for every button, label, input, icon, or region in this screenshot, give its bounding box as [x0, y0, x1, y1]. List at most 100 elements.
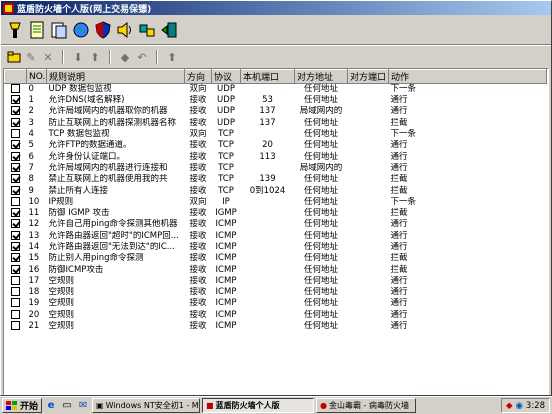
- undo-icon[interactable]: ↶: [135, 50, 149, 64]
- cell-lport: [241, 197, 295, 208]
- table-row[interactable]: 8 禁止互联网上的机器使用我的共 接收 TCP 139 任何地址 拦截: [5, 174, 547, 185]
- enable-checkbox[interactable]: [11, 140, 20, 150]
- delete-rule-icon[interactable]: ✕: [41, 50, 55, 64]
- apply-icon[interactable]: ⬆: [165, 50, 179, 64]
- table-row[interactable]: 10 IP规则 双向 IP 任何地址 下一条: [5, 196, 547, 208]
- add-rule-icon[interactable]: [7, 50, 21, 64]
- show-desktop-icon[interactable]: ▭: [60, 399, 74, 413]
- enable-checkbox[interactable]: [11, 196, 20, 206]
- cell-raddr: 任何地址: [303, 253, 338, 264]
- antivirus-tray-icon[interactable]: ◉: [515, 401, 522, 411]
- cell-no: 17: [28, 275, 40, 286]
- taskbar-task-firewall[interactable]: ■ 蓝盾防火墙个人版: [202, 398, 315, 413]
- column-header[interactable]: NO.: [26, 69, 47, 84]
- enable-checkbox[interactable]: [11, 117, 20, 127]
- enable-checkbox[interactable]: [11, 208, 20, 218]
- table-row[interactable]: 20 空规则 接收 ICMP 任何地址 通行: [5, 309, 547, 321]
- cell-desc: 禁止所有人连接: [48, 185, 109, 196]
- enable-checkbox[interactable]: [11, 298, 20, 308]
- table-row[interactable]: 14 允许路由器返回"无法到达"的IC... 接收 ICMP 任何地址 通行: [5, 242, 547, 253]
- cell-action: 通行: [390, 151, 408, 162]
- column-header[interactable]: 对方端口: [347, 69, 389, 84]
- cell-no: 5: [28, 140, 34, 151]
- taskbar-task-windows-nt[interactable]: ▣ Windows NT安全初1 - Mi...: [92, 398, 201, 413]
- rule-toolbar: ✎ ✕ ⬇ ⬆ ◆ ↶ ⬆: [1, 47, 551, 67]
- table-row[interactable]: 13 允许路由器返回"超时"的ICMP回... 接收 ICMP 任何地址 通行: [5, 230, 547, 242]
- column-header[interactable]: 协议: [211, 69, 241, 84]
- enable-checkbox[interactable]: [11, 275, 20, 285]
- title-bar[interactable]: 蓝盾防火墙个人版(网上交易保镖): [1, 1, 551, 15]
- table-row[interactable]: 11 防御 IGMP 攻击 接收 IGMP 任何地址 拦截: [5, 208, 547, 219]
- table-row[interactable]: 15 防止别人用ping命令探测 接收 ICMP 任何地址 拦截: [5, 253, 547, 264]
- table-row[interactable]: 7 允许局域网内的机器进行连接和 接收 TCP 局域网内的 通行: [5, 162, 547, 174]
- enable-checkbox[interactable]: [11, 95, 20, 105]
- outlook-icon[interactable]: ✉: [76, 399, 90, 413]
- table-row[interactable]: 16 防御ICMP攻击 接收 ICMP 任何地址 拦截: [5, 264, 547, 275]
- back-icon[interactable]: ◆: [118, 50, 132, 64]
- enable-checkbox[interactable]: [11, 219, 20, 229]
- cell-no: 12: [28, 219, 40, 230]
- firewall-tray-icon[interactable]: ◆: [506, 401, 513, 411]
- cell-lport: [241, 264, 295, 275]
- cell-dir: 接收: [189, 185, 207, 196]
- table-row[interactable]: 1 允许DNS(域名解释) 接收 UDP 53 任何地址 通行: [5, 95, 547, 106]
- cell-rport: [348, 231, 389, 242]
- rules-table-container[interactable]: NO. 规则说明 方向 协议 本机端口 对方地址 对方端口 动作 0 UDP 数据包监视 双向 UD…: [3, 68, 549, 395]
- enable-checkbox[interactable]: [11, 129, 20, 139]
- cell-dir: 接收: [189, 151, 207, 162]
- column-header[interactable]: 动作: [388, 69, 547, 84]
- enable-checkbox[interactable]: [11, 264, 20, 274]
- cell-no: 8: [28, 174, 34, 185]
- table-row[interactable]: 6 允许身份认证端口。 接收 TCP 113 任何地址 通行: [5, 151, 547, 162]
- flashlight-icon[interactable]: [5, 19, 25, 41]
- table-row[interactable]: 3 防止互联网上的机器探测机器名称 接收 UDP 137 任何地址 拦截: [5, 117, 547, 129]
- enable-cell: [5, 129, 27, 140]
- speaker-icon[interactable]: [115, 19, 135, 41]
- cell-raddr: 任何地址: [303, 140, 338, 151]
- table-row[interactable]: 9 禁止所有人连接 接收 TCP 0到1024 任何地址 拦截: [5, 185, 547, 196]
- move-down-icon[interactable]: ⬇: [71, 50, 85, 64]
- ie-icon[interactable]: e: [44, 399, 58, 413]
- start-button[interactable]: 开始: [2, 398, 43, 413]
- table-row[interactable]: 0 UDP 数据包监视 双向 UDP 任何地址 下一条: [5, 84, 547, 96]
- column-header[interactable]: 对方地址: [294, 69, 348, 84]
- table-row[interactable]: 4 TCP 数据包监视 双向 TCP 任何地址 下一条: [5, 129, 547, 140]
- exit-door-icon[interactable]: [159, 19, 179, 41]
- enable-checkbox[interactable]: [11, 230, 20, 240]
- cell-rport: [348, 321, 389, 332]
- table-row[interactable]: 18 空规则 接收 ICMP 任何地址 通行: [5, 287, 547, 298]
- cell-raddr: 任何地址: [303, 287, 338, 298]
- table-row[interactable]: 2 允许局域网内的机器取你的机器 接收 UDP 137 局域网内的 通行: [5, 106, 547, 117]
- enable-checkbox[interactable]: [11, 309, 20, 319]
- table-row[interactable]: 12 允许自己用ping命令探测其他机器 接收 ICMP 任何地址 通行: [5, 219, 547, 230]
- enable-checkbox[interactable]: [11, 185, 20, 195]
- taskbar-task-antivirus[interactable]: ● 金山毒霸 - 病毒防火墙: [316, 398, 417, 413]
- column-header[interactable]: 规则说明: [46, 69, 185, 84]
- table-row[interactable]: 19 空规则 接收 ICMP 任何地址 通行: [5, 298, 547, 309]
- enable-checkbox[interactable]: [11, 242, 20, 251]
- enable-checkbox[interactable]: [11, 106, 20, 116]
- globe-icon[interactable]: [71, 19, 91, 41]
- column-header[interactable]: 方向: [184, 69, 212, 84]
- column-header[interactable]: 本机端口: [240, 69, 295, 84]
- enable-checkbox[interactable]: [11, 84, 20, 93]
- column-header[interactable]: [4, 69, 27, 84]
- taskbar: 开始 e ▭ ✉ ▣ Windows NT安全初1 - Mi... ■ 蓝盾防火墙个…: [0, 396, 552, 414]
- notebook-icon[interactable]: [27, 19, 47, 41]
- shield-icon[interactable]: [93, 19, 113, 41]
- enable-checkbox[interactable]: [11, 287, 20, 297]
- enable-checkbox[interactable]: [11, 321, 20, 331]
- enable-checkbox[interactable]: [11, 253, 20, 263]
- document-list-icon[interactable]: [49, 19, 69, 41]
- move-up-icon[interactable]: ⬆: [88, 50, 102, 64]
- table-row[interactable]: 21 空规则 接收 ICMP 任何地址 通行: [5, 321, 547, 332]
- enable-checkbox[interactable]: [11, 174, 20, 184]
- edit-rule-icon[interactable]: ✎: [24, 50, 38, 64]
- enable-cell: [5, 174, 27, 185]
- enable-checkbox[interactable]: [11, 151, 20, 161]
- puzzle-icon[interactable]: [137, 19, 157, 41]
- table-row[interactable]: 5 允许FTP的数据通道。 接收 TCP 20 任何地址 通行: [5, 140, 547, 151]
- enable-checkbox[interactable]: [11, 162, 20, 172]
- enable-cell: [5, 275, 27, 287]
- table-row[interactable]: 17 空规则 接收 ICMP 任何地址 通行: [5, 275, 547, 287]
